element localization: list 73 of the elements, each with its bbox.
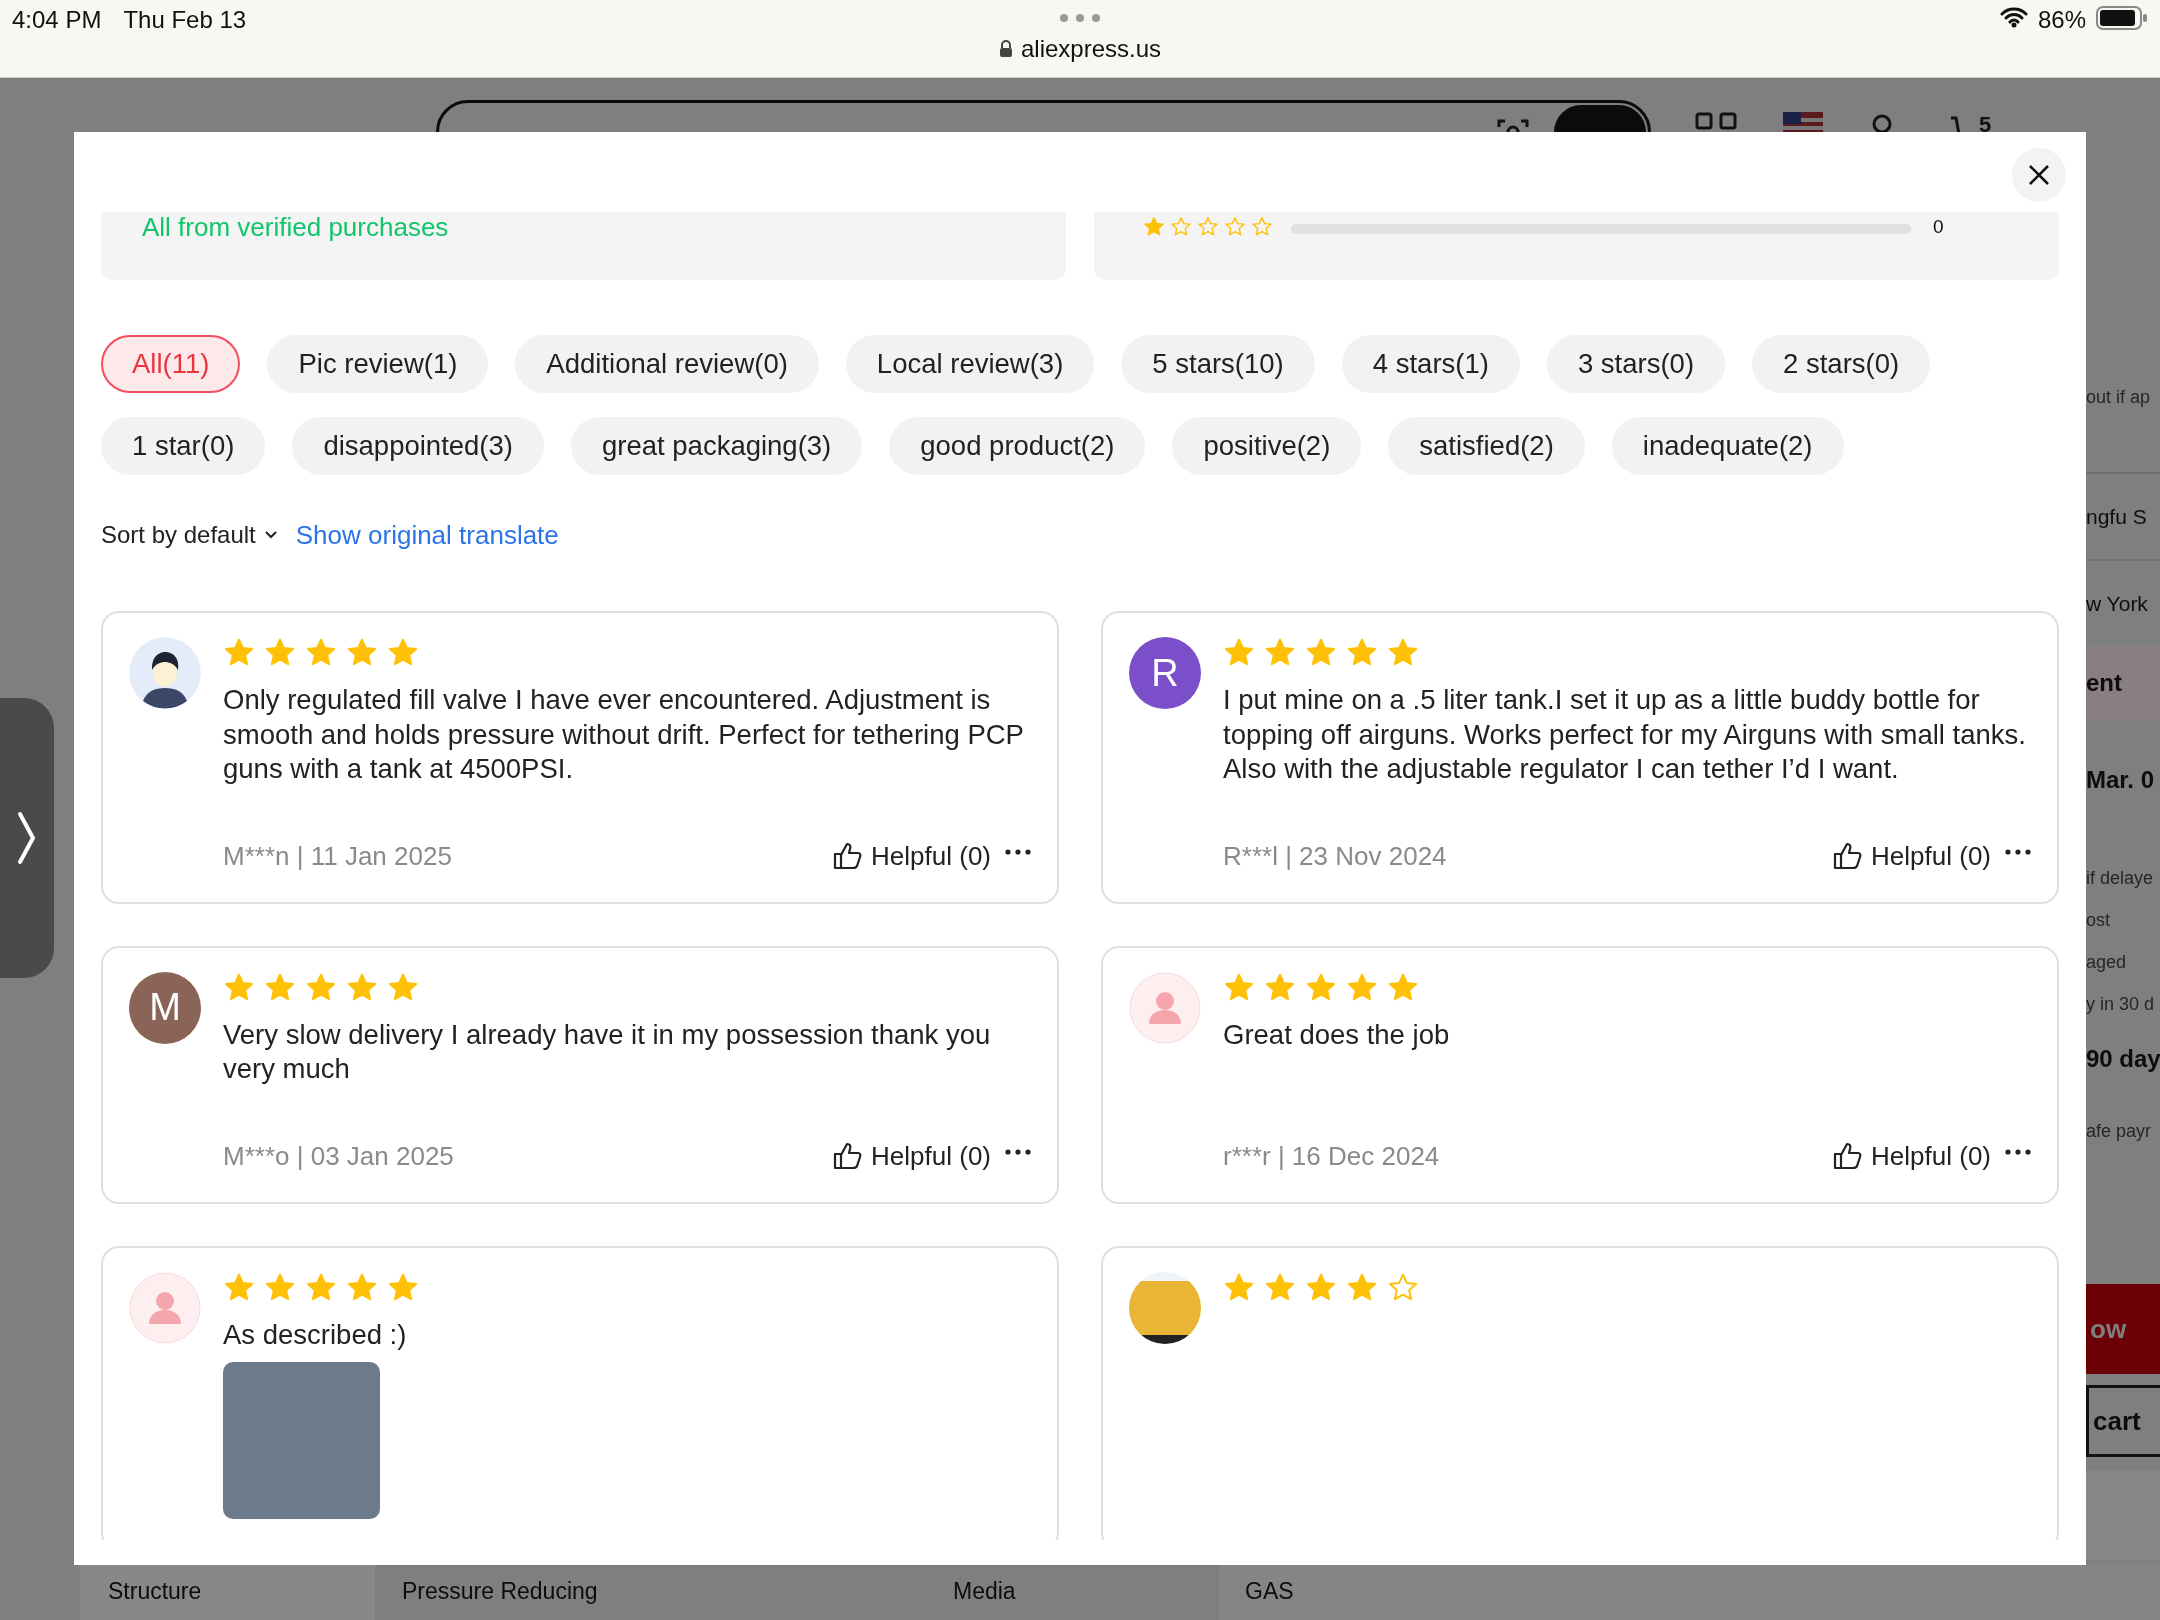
- filter-chip[interactable]: 1 star(0): [101, 417, 266, 475]
- chevron-right-icon: [16, 810, 38, 866]
- caret-icon: [263, 530, 278, 540]
- filter-chip[interactable]: Additional review(0): [515, 335, 819, 393]
- avatar-letter: R: [1129, 637, 1201, 709]
- review-author-date: M***o | 03 Jan 2025: [223, 1140, 455, 1172]
- filter-chip[interactable]: great packaging(3): [570, 417, 863, 475]
- translate-link[interactable]: Show original translate: [295, 519, 559, 551]
- review-text: Only regulated fill valve I have ever encountered. Adjustment is smooth and holds pressure without drift. Perfect for tethering PCP guns with a tank at 4500PSI.: [223, 683, 1025, 786]
- battery-icon: [2096, 6, 2148, 30]
- sort-dropdown[interactable]: Sort by default: [101, 521, 278, 549]
- avatar-letter: M: [129, 971, 201, 1044]
- wifi-icon: [1999, 6, 2028, 28]
- filter-chip[interactable]: disappointed(3): [292, 417, 544, 475]
- lock-icon: [998, 40, 1013, 58]
- star-icon: [1197, 216, 1219, 238]
- helpful-button[interactable]: Helpful (0): [1833, 840, 1991, 872]
- side-text: ent: [2086, 646, 2160, 720]
- thumbs-up-icon: [1833, 842, 1864, 870]
- side-text: if delaye: [2086, 866, 2155, 890]
- battery-percent: 86%: [2037, 6, 2086, 34]
- review-author-date: R***l | 23 Nov 2024: [1223, 840, 1448, 872]
- side-text: ost: [2086, 908, 2111, 932]
- review-author-date: r***r | 16 Dec 2024: [1223, 1140, 1441, 1172]
- thumbs-up-icon: [833, 1142, 864, 1170]
- helpful-button[interactable]: Helpful (0): [833, 1140, 991, 1172]
- avatar-icon: [129, 1271, 201, 1344]
- review-text: As described :): [223, 1317, 408, 1352]
- filter-chip[interactable]: 2 stars(0): [1752, 335, 1931, 393]
- star-icon: [1251, 216, 1273, 238]
- more-icon[interactable]: [1005, 1149, 1031, 1155]
- spec-label: Pressure Reducing: [401, 1577, 599, 1606]
- star-icon: [1170, 216, 1192, 238]
- side-text: out if ap: [2086, 385, 2152, 409]
- filter-chip[interactable]: 5 stars(10): [1121, 335, 1315, 393]
- review-text: Great does the job: [1223, 1017, 1451, 1052]
- close-icon: [2028, 164, 2050, 186]
- more-icon[interactable]: [1005, 849, 1031, 855]
- spec-label: Media: [953, 1577, 1017, 1606]
- avatar-icon: [129, 637, 201, 709]
- thumbs-up-icon: [833, 842, 864, 870]
- avatar-icon: [1129, 971, 1201, 1044]
- star-icon: [1224, 216, 1246, 238]
- side-text: 90 day: [2086, 1044, 2160, 1074]
- filter-chip[interactable]: All(11): [101, 335, 241, 393]
- side-text: Mar. 0: [2086, 765, 2156, 795]
- status-date: Thu Feb 13: [123, 6, 247, 34]
- helpful-button[interactable]: Helpful (0): [833, 840, 991, 872]
- review-text: Very slow delivery I already have it in my possession thank you very much: [223, 1017, 992, 1086]
- helpful-button[interactable]: Helpful (0): [1833, 1140, 1991, 1172]
- spec-label: GAS: [1219, 1564, 2160, 1620]
- side-text: afe payr: [2086, 1119, 2153, 1143]
- filter-chip[interactable]: Local review(3): [845, 335, 1095, 393]
- rating-count: 0: [1933, 216, 1944, 238]
- filter-chip[interactable]: good product(2): [889, 417, 1146, 475]
- filter-chip[interactable]: positive(2): [1172, 417, 1362, 475]
- filter-chip[interactable]: satisfied(2): [1388, 417, 1585, 475]
- thumbs-up-icon: [1833, 1142, 1864, 1170]
- filter-chip[interactable]: 3 stars(0): [1546, 335, 1726, 393]
- star-icon: [1143, 216, 1165, 238]
- more-icon[interactable]: [2005, 849, 2031, 855]
- side-text: aged: [2086, 950, 2128, 974]
- more-icon[interactable]: [2005, 1149, 2031, 1155]
- filter-chip[interactable]: inadequate(2): [1611, 417, 1844, 475]
- filter-chip[interactable]: 4 stars(1): [1341, 335, 1520, 393]
- review-author-date: M***n | 11 Jan 2025: [223, 840, 453, 872]
- cart-count: 5: [1979, 112, 1992, 138]
- spec-label: Structure: [80, 1564, 375, 1620]
- review-text: I put mine on a .5 liter tank.I set it up as a little buddy bottle for topping off airguns. Works perfect for my Airguns with small tanks. Also with the adjustable regulator I can tether I’d I want.: [1223, 683, 2027, 786]
- filter-chip[interactable]: Pic review(1): [267, 335, 489, 393]
- status-time: 4:04 PM: [12, 6, 102, 34]
- side-text: y in 30 d: [2086, 992, 2156, 1016]
- verified-note: All from verified purchases: [142, 212, 449, 242]
